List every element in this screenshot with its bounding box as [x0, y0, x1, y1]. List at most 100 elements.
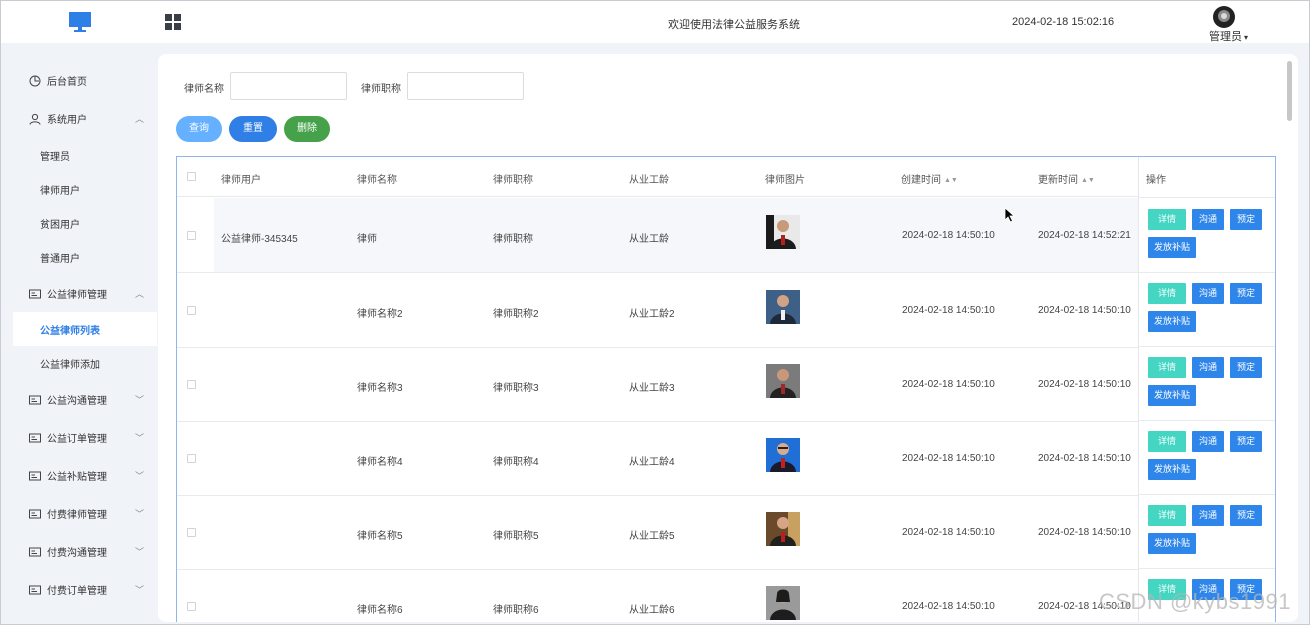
- cell-years: 从业工龄: [629, 234, 669, 245]
- detail-button[interactable]: 详情: [1148, 431, 1186, 452]
- subsidy-button[interactable]: 发放补贴: [1148, 533, 1196, 554]
- query-button[interactable]: 查询: [176, 116, 222, 142]
- subsidy-button[interactable]: 发放补贴: [1148, 237, 1196, 258]
- sidebar-item-system-users[interactable]: 系统用户 ︿: [13, 101, 157, 135]
- row-checkbox[interactable]: [187, 528, 196, 537]
- lawyer-photo: [766, 438, 800, 472]
- card-icon: [29, 289, 41, 299]
- cell-title: 律师职称: [493, 234, 533, 245]
- reset-button[interactable]: 重置: [229, 116, 277, 142]
- cell-updated: 2024-02-18 14:52:21: [1038, 230, 1131, 241]
- sidebar-item-subsidy-mgmt[interactable]: 公益补贴管理 ﹀: [13, 458, 157, 492]
- column-header-updated[interactable]: 更新时间 ▲▼: [1038, 171, 1095, 186]
- chevron-down-icon: ﹀: [135, 546, 145, 557]
- table-row: 律师名称3 律师职称3 从业工龄3 2024-02-18 14:50:10 20…: [177, 347, 1275, 422]
- sidebar: 后台首页 系统用户 ︿ 管理员 律师用户 贫困用户 普通用户 公益律师管理 ︿ …: [13, 61, 157, 621]
- chat-button[interactable]: 沟通: [1192, 209, 1224, 230]
- book-button[interactable]: 预定: [1230, 209, 1262, 230]
- sidebar-item-label: 公益沟通管理: [47, 395, 107, 407]
- row-checkbox[interactable]: [187, 454, 196, 463]
- cell-updated: 2024-02-18 14:50:10: [1038, 379, 1131, 390]
- subsidy-button[interactable]: 发放补贴: [1148, 459, 1196, 480]
- sidebar-item-chat-mgmt[interactable]: 公益沟通管理 ﹀: [13, 382, 157, 416]
- book-button[interactable]: 预定: [1230, 431, 1262, 452]
- user-name-label: 管理员: [1209, 31, 1242, 43]
- delete-button[interactable]: 删除: [284, 116, 330, 142]
- sidebar-item-lawyer-users[interactable]: 律师用户: [13, 172, 157, 206]
- detail-button[interactable]: 详情: [1148, 505, 1186, 526]
- column-header-created[interactable]: 创建时间 ▲▼: [901, 171, 958, 186]
- sidebar-item-label: 付费律师管理: [47, 509, 107, 521]
- lawyer-photo: [766, 586, 800, 620]
- sidebar-item-home[interactable]: 后台首页: [13, 63, 157, 97]
- sidebar-item-lawyer-mgmt[interactable]: 公益律师管理 ︿: [13, 276, 157, 310]
- sidebar-item-lawyer-list[interactable]: 公益律师列表: [13, 312, 157, 346]
- card-icon: [29, 585, 41, 595]
- page-scrollbar[interactable]: [1287, 61, 1292, 121]
- row-checkbox[interactable]: [187, 306, 196, 315]
- lawyer-name-label: 律师名称: [184, 84, 224, 95]
- grid-menu-icon[interactable]: [165, 14, 181, 30]
- card-icon: [29, 471, 41, 481]
- chat-button[interactable]: 沟通: [1192, 283, 1224, 304]
- cell-created: 2024-02-18 14:50:10: [902, 601, 995, 612]
- header-datetime: 2024-02-18 15:02:16: [1012, 16, 1115, 28]
- sidebar-item-label: 后台首页: [47, 76, 87, 88]
- sidebar-item-poor-users[interactable]: 贫困用户: [13, 206, 157, 240]
- lawyer-name-input[interactable]: [230, 72, 347, 100]
- detail-button[interactable]: 详情: [1148, 357, 1186, 378]
- cell-updated: 2024-02-18 14:50:10: [1038, 527, 1131, 538]
- chat-button[interactable]: 沟通: [1192, 431, 1224, 452]
- cell-updated: 2024-02-18 14:50:10: [1038, 305, 1131, 316]
- book-button[interactable]: 预定: [1230, 283, 1262, 304]
- header-title: 欢迎使用法律公益服务系统: [668, 19, 800, 31]
- user-icon: [29, 113, 41, 125]
- sidebar-item-label: 贫困用户: [40, 219, 80, 231]
- user-menu[interactable]: 管理员 ▾: [1209, 28, 1248, 44]
- cell-name: 律师: [357, 234, 377, 245]
- cell-created: 2024-02-18 14:50:10: [902, 305, 995, 316]
- sidebar-item-admin[interactable]: 管理员: [13, 138, 157, 172]
- avatar[interactable]: [1213, 6, 1235, 28]
- column-header: 从业工龄: [629, 175, 669, 186]
- sidebar-item-lawyer-add[interactable]: 公益律师添加: [13, 346, 157, 380]
- row-checkbox[interactable]: [187, 231, 196, 240]
- sidebar-item-label: 公益律师添加: [40, 359, 100, 371]
- book-button[interactable]: 预定: [1230, 505, 1262, 526]
- cell-name: 律师名称2: [357, 309, 403, 320]
- subsidy-button[interactable]: 发放补贴: [1148, 311, 1196, 332]
- subsidy-button[interactable]: 发放补贴: [1148, 385, 1196, 406]
- detail-button[interactable]: 详情: [1148, 283, 1186, 304]
- chat-button[interactable]: 沟通: [1192, 357, 1224, 378]
- book-button[interactable]: 预定: [1230, 357, 1262, 378]
- sidebar-item-paid-order-mgmt[interactable]: 付费订单管理 ﹀: [13, 572, 157, 606]
- column-header-label: 更新时间: [1038, 175, 1078, 186]
- cell-created: 2024-02-18 14:50:10: [902, 230, 995, 241]
- sort-icon[interactable]: ▲▼: [944, 177, 958, 184]
- cell-years: 从业工龄5: [629, 531, 675, 542]
- lawyer-photo: [766, 364, 800, 398]
- sidebar-item-paid-chat-mgmt[interactable]: 付费沟通管理 ﹀: [13, 534, 157, 568]
- chevron-down-icon: ▾: [1244, 33, 1249, 42]
- lawyer-table: 律师用户 律师名称 律师职称 从业工龄 律师图片 创建时间 ▲▼ 更新时间 ▲▼ 公…: [176, 156, 1276, 622]
- column-header-label: 创建时间: [901, 175, 941, 186]
- cell-title: 律师职称3: [493, 383, 539, 394]
- sidebar-item-normal-users[interactable]: 普通用户: [13, 240, 157, 274]
- lawyer-photo: [766, 290, 800, 324]
- cell-user: 公益律师-345345: [221, 234, 298, 245]
- detail-button[interactable]: 详情: [1148, 209, 1186, 230]
- table-row: 律师名称5 律师职称5 从业工龄5 2024-02-18 14:50:10 20…: [177, 495, 1275, 570]
- lawyer-title-input[interactable]: [407, 72, 524, 100]
- cell-years: 从业工龄4: [629, 457, 675, 468]
- sidebar-item-order-mgmt[interactable]: 公益订单管理 ﹀: [13, 420, 157, 454]
- sort-icon[interactable]: ▲▼: [1081, 177, 1095, 184]
- sidebar-item-label: 普通用户: [40, 253, 80, 265]
- sidebar-item-paid-lawyer-mgmt[interactable]: 付费律师管理 ﹀: [13, 496, 157, 530]
- row-checkbox[interactable]: [187, 602, 196, 611]
- sidebar-item-label: 付费订单管理: [47, 585, 107, 597]
- cell-created: 2024-02-18 14:50:10: [902, 527, 995, 538]
- table-row: 公益律师-345345 律师 律师职称 从业工龄 2024-02-18 14:5…: [177, 198, 1275, 273]
- chat-button[interactable]: 沟通: [1192, 505, 1224, 526]
- select-all-checkbox[interactable]: [187, 172, 196, 181]
- row-checkbox[interactable]: [187, 380, 196, 389]
